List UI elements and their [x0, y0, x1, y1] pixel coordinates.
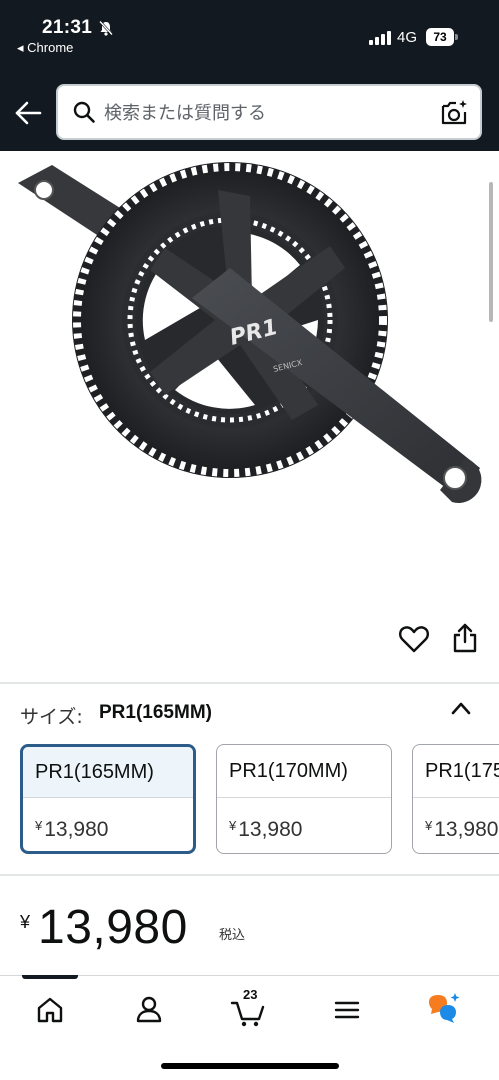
active-tab-indicator — [22, 975, 78, 979]
product-image[interactable]: PR1 SENICX — [0, 151, 499, 671]
home-indicator[interactable] — [161, 1063, 339, 1069]
image-scrollbar[interactable] — [489, 182, 493, 322]
camera-search-icon[interactable] — [440, 99, 468, 127]
chevron-up-icon[interactable] — [450, 698, 472, 718]
menu-icon[interactable] — [327, 990, 367, 1030]
status-bar: 21:31 ◂ Chrome 4G 73 — [0, 0, 499, 60]
crankset-image: PR1 SENICX — [18, 162, 482, 503]
section-divider — [0, 874, 499, 876]
price-currency: ¥ — [20, 912, 31, 932]
size-selected-value: PR1(165MM) — [99, 702, 212, 723]
size-option-price: ¥13,980 — [35, 818, 109, 841]
section-divider — [0, 682, 499, 684]
search-input[interactable] — [104, 96, 424, 130]
home-icon[interactable] — [30, 990, 70, 1030]
size-option-price: ¥13,980 — [229, 818, 303, 841]
search-bar[interactable] — [56, 84, 482, 140]
size-option[interactable]: PR1(175MM) ¥13,980 — [412, 744, 499, 854]
back-to-app-link[interactable]: ◂ Chrome — [17, 40, 73, 56]
battery-level: 73 — [426, 28, 454, 46]
app-header: 21:31 ◂ Chrome 4G 73 — [0, 0, 499, 151]
network-type: 4G — [397, 29, 418, 46]
price-amount: 13,980 — [38, 901, 188, 954]
size-option[interactable]: PR1(170MM) ¥13,980 — [216, 744, 392, 854]
size-option-name: PR1(165MM) — [23, 747, 193, 798]
tax-label: 税込 — [219, 928, 246, 943]
search-icon — [73, 101, 95, 123]
share-icon[interactable] — [452, 622, 478, 654]
battery-icon: 73 — [426, 28, 458, 46]
size-option-name: PR1(170MM) — [217, 745, 391, 798]
size-option-name: PR1(175MM) — [413, 745, 499, 798]
bell-mute-icon — [99, 20, 113, 36]
signal-icon — [369, 31, 391, 45]
size-option[interactable]: PR1(165MM) ¥13,980 — [20, 744, 196, 854]
size-label: サイズ: — [20, 706, 83, 728]
account-icon[interactable] — [129, 990, 169, 1030]
rufus-assistant-icon[interactable] — [426, 990, 466, 1030]
size-option-price: ¥13,980 — [425, 818, 499, 841]
heart-icon[interactable] — [398, 624, 430, 654]
cart-count-badge: 23 — [243, 987, 258, 1002]
size-options: PR1(165MM) ¥13,980 PR1(170MM) ¥13,980 PR… — [0, 744, 499, 856]
back-arrow-icon[interactable] — [14, 98, 42, 128]
status-time: 21:31 — [42, 17, 93, 38]
